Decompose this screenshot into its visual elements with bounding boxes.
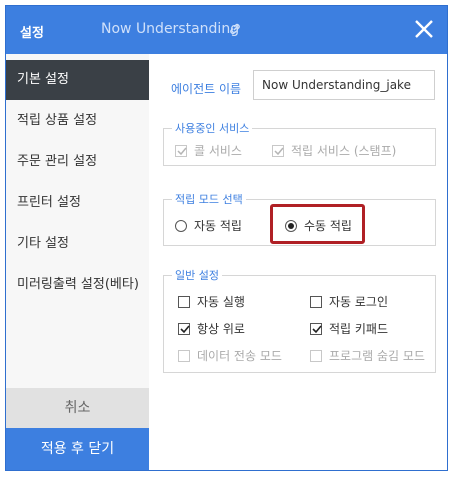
reward-keypad-label: 적립 키패드 bbox=[329, 322, 389, 336]
sidebar: 기본 설정 적립 상품 설정 주문 관리 설정 프린터 설정 기타 설정 미러링… bbox=[6, 54, 149, 470]
hide-program-mode-label: 프로그램 숨김 모드 bbox=[329, 349, 425, 363]
auto-reward-radio[interactable]: 자동 적립 bbox=[175, 217, 242, 234]
call-service-label: 콜 서비스 bbox=[194, 144, 242, 158]
auto-login-label: 자동 로그인 bbox=[329, 295, 389, 309]
call-service-checkbox[interactable]: 콜 서비스 bbox=[175, 142, 242, 159]
auto-reward-label: 자동 적립 bbox=[194, 219, 242, 233]
auto-run-checkbox[interactable]: 자동 실행 bbox=[178, 293, 245, 310]
title-bar: 설정 Now Understanding bbox=[6, 6, 447, 54]
close-icon[interactable] bbox=[411, 16, 437, 42]
sidebar-item-reward-products[interactable]: 적립 상품 설정 bbox=[6, 101, 149, 141]
selection-highlight bbox=[270, 204, 365, 244]
reward-keypad-checkbox[interactable]: 적립 키패드 bbox=[310, 320, 388, 337]
data-transfer-mode-label: 데이터 전송 모드 bbox=[197, 349, 282, 363]
radio-off-icon bbox=[175, 219, 187, 232]
check-icon bbox=[310, 322, 322, 335]
apply-close-button[interactable]: 적용 후 닫기 bbox=[6, 428, 149, 470]
settings-window: 설정 Now Understanding 기본 설정 적립 상품 설정 주문 관… bbox=[5, 5, 448, 471]
sidebar-item-printer[interactable]: 프린터 설정 bbox=[6, 183, 149, 223]
check-icon bbox=[175, 144, 187, 157]
sidebar-item-etc[interactable]: 기타 설정 bbox=[6, 224, 149, 264]
services-legend: 사용중인 서비스 bbox=[172, 120, 253, 136]
general-settings-group: 일반 설정 자동 실행 자동 로그인 항상 위로 적립 키패드 데이터 전송 모… bbox=[163, 267, 436, 373]
always-on-top-checkbox[interactable]: 항상 위로 bbox=[178, 320, 245, 337]
reward-service-checkbox[interactable]: 적립 서비스 (스탬프) bbox=[272, 142, 396, 159]
window-title: 설정 bbox=[20, 26, 44, 41]
data-transfer-mode-checkbox[interactable]: 데이터 전송 모드 bbox=[178, 347, 282, 364]
hide-program-mode-checkbox[interactable]: 프로그램 숨김 모드 bbox=[310, 347, 425, 364]
checkbox-empty-icon bbox=[310, 295, 322, 308]
sidebar-item-order-management[interactable]: 주문 관리 설정 bbox=[6, 142, 149, 182]
auto-login-checkbox[interactable]: 자동 로그인 bbox=[310, 293, 388, 310]
settings-content: 에이전트 이름 사용중인 서비스 콜 서비스 적립 서비스 (스탬프) 적립 모… bbox=[149, 54, 447, 470]
auto-run-label: 자동 실행 bbox=[197, 295, 245, 309]
services-group: 사용중인 서비스 콜 서비스 적립 서비스 (스탬프) bbox=[163, 120, 436, 166]
always-on-top-label: 항상 위로 bbox=[197, 322, 245, 336]
sidebar-item-basic[interactable]: 기본 설정 bbox=[6, 60, 149, 100]
agent-name-label: 에이전트 이름 bbox=[171, 82, 242, 96]
checkbox-empty-icon bbox=[310, 349, 322, 362]
sidebar-item-mirroring[interactable]: 미러링출력 설정(베타) bbox=[6, 265, 149, 305]
reward-service-label: 적립 서비스 (스탬프) bbox=[291, 144, 397, 158]
checkbox-empty-icon bbox=[178, 295, 190, 308]
cancel-button[interactable]: 취소 bbox=[6, 388, 149, 428]
agent-name-input[interactable] bbox=[253, 70, 435, 100]
window-subtitle: Now Understanding bbox=[101, 21, 240, 37]
general-settings-legend: 일반 설정 bbox=[172, 267, 222, 283]
check-icon bbox=[272, 144, 284, 157]
reward-mode-legend: 적립 모드 선택 bbox=[172, 191, 246, 207]
checkbox-empty-icon bbox=[178, 349, 190, 362]
link-icon bbox=[230, 23, 240, 35]
check-icon bbox=[178, 322, 190, 335]
